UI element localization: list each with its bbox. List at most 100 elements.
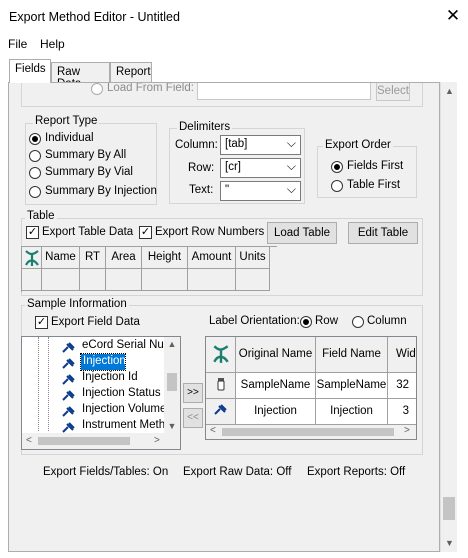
column-header-field-name[interactable]: Field Name bbox=[316, 337, 388, 373]
column-header-area[interactable]: Area bbox=[106, 247, 142, 269]
label-orientation-label: Label Orientation: bbox=[209, 315, 300, 327]
export-row-numbers-checkbox[interactable]: ✓ bbox=[139, 226, 152, 239]
plug-icon bbox=[62, 405, 76, 420]
scroll-right-icon[interactable]: > bbox=[154, 435, 160, 446]
grid-cell-width[interactable]: 3 bbox=[388, 399, 416, 425]
grid-cell-field-name[interactable]: Injection bbox=[316, 399, 388, 425]
plug-icon bbox=[213, 404, 227, 415]
export-field-data-checkbox[interactable]: ✓ bbox=[35, 316, 48, 329]
plug-icon bbox=[62, 373, 76, 388]
remove-field-button[interactable]: << bbox=[183, 408, 203, 428]
menu-file[interactable]: File bbox=[8, 37, 27, 51]
text-delimiter-select[interactable]: " ⌵ bbox=[220, 181, 301, 201]
summary-by-injection-radio[interactable] bbox=[29, 186, 41, 198]
grid-horizontal-scrollbar[interactable]: < > bbox=[206, 425, 416, 439]
table-columns-grid: Name RT Area Height Amount Units bbox=[21, 246, 277, 292]
table-cell[interactable] bbox=[188, 269, 236, 291]
tree-item-instrument-method[interactable]: Instrument Metho bbox=[82, 419, 171, 431]
field-tree[interactable]: eCord Serial Num Injection Injection Id … bbox=[21, 336, 181, 450]
close-icon[interactable]: ✕ bbox=[443, 6, 463, 26]
row-delimiter-select[interactable]: [cr] ⌵ bbox=[220, 158, 301, 178]
table-cell[interactable] bbox=[80, 269, 106, 291]
grid-cell-original-name[interactable]: SampleName bbox=[236, 373, 316, 399]
tree-vertical-scrollbar[interactable]: ▲ ▼ bbox=[164, 337, 180, 433]
column-header-original-name[interactable]: Original Name bbox=[236, 337, 316, 373]
fields-panel: Load From Field: Select Report Type Indi… bbox=[8, 82, 440, 552]
column-header-units[interactable]: Units bbox=[236, 247, 270, 269]
grid-corner-icon bbox=[22, 247, 42, 269]
select-button[interactable]: Select bbox=[376, 83, 410, 101]
table-cell[interactable] bbox=[42, 269, 80, 291]
export-table-data-checkbox[interactable]: ✓ bbox=[26, 226, 39, 239]
chromatogram-icon bbox=[24, 250, 39, 266]
fields-grid[interactable]: Original Name Field Name Width SampleNam… bbox=[205, 336, 417, 440]
column-header-height[interactable]: Height bbox=[142, 247, 188, 269]
table-first-label: Table First bbox=[347, 179, 401, 191]
summary-by-vial-label: Summary By Vial bbox=[45, 166, 133, 178]
row-label: Row: bbox=[188, 162, 215, 174]
delimiters-title: Delimiters bbox=[177, 121, 233, 133]
orientation-row-radio[interactable] bbox=[300, 316, 312, 328]
orientation-column-radio[interactable] bbox=[352, 316, 364, 328]
tree-item-injection-volume[interactable]: Injection Volume bbox=[82, 403, 166, 415]
tab-report[interactable]: Report bbox=[110, 62, 152, 82]
menu-help[interactable]: Help bbox=[40, 37, 65, 51]
scroll-left-icon[interactable]: < bbox=[210, 425, 216, 436]
individual-radio[interactable] bbox=[29, 133, 41, 145]
load-from-field-input[interactable] bbox=[197, 83, 371, 100]
plug-icon bbox=[62, 357, 76, 372]
table-cell[interactable] bbox=[142, 269, 188, 291]
export-table-data-label: Export Table Data bbox=[42, 226, 134, 238]
main-vertical-scrollbar[interactable]: ▲ ▼ bbox=[440, 82, 457, 552]
add-field-button[interactable]: >> bbox=[183, 383, 203, 403]
grid-cell-original-name[interactable]: Injection bbox=[236, 399, 316, 425]
grid-hscroll-thumb[interactable] bbox=[222, 428, 394, 436]
grid-cell-field-name[interactable]: SampleName bbox=[316, 373, 388, 399]
scroll-up-icon[interactable]: ▲ bbox=[164, 339, 180, 349]
main-scroll-thumb[interactable] bbox=[443, 497, 455, 520]
tree-item-injection-id[interactable]: Injection Id bbox=[82, 371, 138, 383]
scroll-right-icon[interactable]: > bbox=[404, 425, 410, 436]
scroll-down-icon[interactable]: ▼ bbox=[441, 538, 458, 548]
table-cell[interactable] bbox=[236, 269, 270, 291]
load-table-button[interactable]: Load Table bbox=[267, 222, 337, 244]
scroll-left-icon[interactable]: < bbox=[26, 435, 32, 446]
tree-item-injection-status[interactable]: Injection Status bbox=[82, 387, 161, 399]
plug-icon bbox=[62, 341, 76, 356]
export-order-title: Export Order bbox=[323, 139, 393, 151]
export-row-numbers-label: Export Row Numbers bbox=[155, 226, 265, 238]
grid-corner-icon bbox=[206, 337, 236, 373]
column-header-rt[interactable]: RT bbox=[80, 247, 106, 269]
tree-line bbox=[38, 337, 39, 431]
tree-hscroll-thumb[interactable] bbox=[38, 437, 130, 445]
column-header-name[interactable]: Name bbox=[42, 247, 80, 269]
tree-scroll-thumb[interactable] bbox=[167, 373, 177, 391]
edit-table-button[interactable]: Edit Table bbox=[348, 222, 418, 244]
column-header-amount[interactable]: Amount bbox=[188, 247, 236, 269]
table-first-radio[interactable] bbox=[331, 180, 343, 192]
chromatogram-icon bbox=[212, 345, 229, 363]
vial-icon bbox=[217, 378, 224, 391]
row-header bbox=[206, 373, 236, 399]
summary-by-all-radio[interactable] bbox=[29, 150, 41, 162]
load-from-field-radio[interactable] bbox=[91, 83, 103, 95]
tab-raw-data[interactable]: Raw Data bbox=[51, 62, 110, 90]
row-header bbox=[206, 399, 236, 425]
tab-fields[interactable]: Fields bbox=[9, 59, 51, 83]
scroll-down-icon[interactable]: ▼ bbox=[164, 421, 180, 431]
column-header-width[interactable]: Width bbox=[388, 337, 416, 373]
summary-by-all-label: Summary By All bbox=[45, 149, 127, 161]
tree-horizontal-scrollbar[interactable]: < > bbox=[22, 433, 180, 449]
tree-item-ecord-serial[interactable]: eCord Serial Num bbox=[82, 339, 173, 351]
tree-item-injection[interactable]: Injection bbox=[83, 355, 126, 367]
column-delimiter-select[interactable]: [tab] ⌵ bbox=[220, 135, 301, 155]
scroll-up-icon[interactable]: ▲ bbox=[441, 86, 458, 96]
summary-by-vial-radio[interactable] bbox=[29, 167, 41, 179]
fields-first-radio[interactable] bbox=[331, 161, 343, 173]
chevron-down-icon: ⌵ bbox=[286, 159, 296, 173]
orientation-column-label: Column bbox=[367, 315, 407, 327]
table-cell[interactable] bbox=[106, 269, 142, 291]
grid-cell-width[interactable]: 32 bbox=[388, 373, 416, 399]
summary-by-injection-label: Summary By Injection bbox=[45, 185, 157, 197]
row-delimiter-value: [cr] bbox=[225, 161, 241, 173]
